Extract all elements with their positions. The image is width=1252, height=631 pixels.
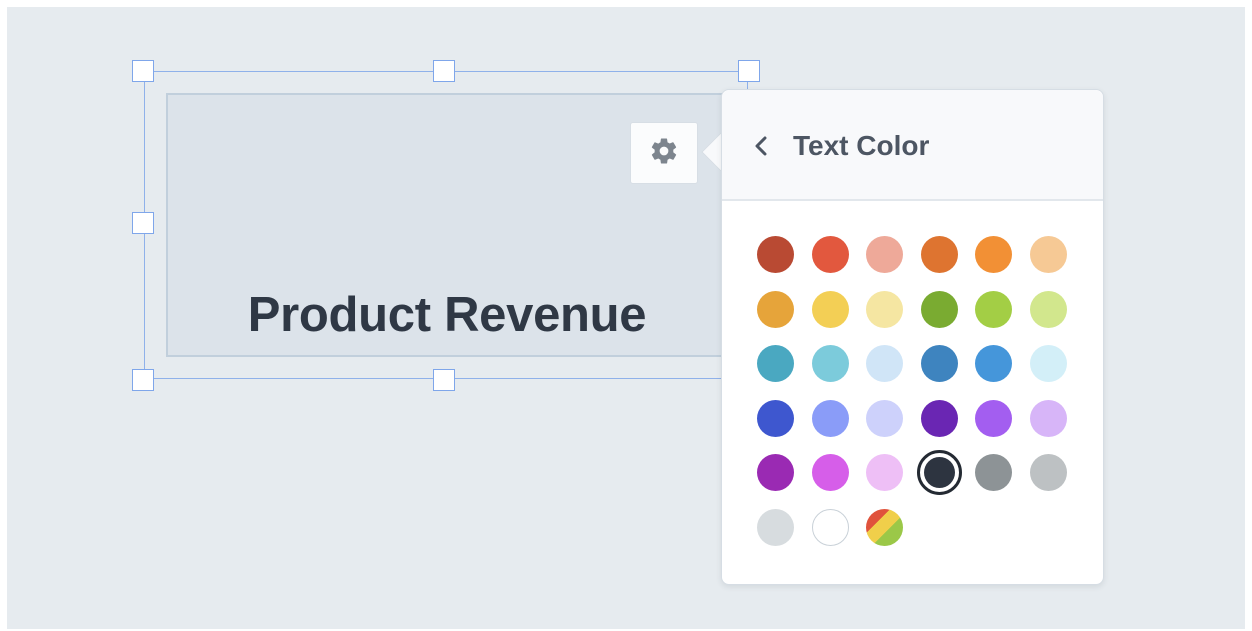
color-swatch[interactable]	[866, 290, 904, 328]
resize-handle-bottom[interactable]	[433, 369, 455, 391]
popover-title: Text Color	[793, 130, 930, 161]
custom-color-swatch[interactable]	[866, 509, 904, 546]
color-swatch[interactable]	[866, 454, 904, 492]
color-swatch[interactable]	[920, 345, 958, 383]
color-swatch[interactable]	[1030, 345, 1067, 383]
color-swatch[interactable]	[866, 236, 904, 273]
color-swatch[interactable]	[975, 345, 1013, 383]
resize-handle-top-right[interactable]	[738, 60, 760, 82]
color-swatch-selected[interactable]	[916, 450, 962, 496]
color-swatch[interactable]	[811, 345, 849, 383]
color-swatch[interactable]	[975, 399, 1013, 437]
color-swatch[interactable]	[1030, 236, 1067, 273]
color-swatch[interactable]	[757, 290, 794, 328]
color-swatch[interactable]	[811, 236, 849, 273]
widget-settings-button[interactable]	[630, 122, 698, 184]
color-swatch[interactable]	[920, 399, 958, 437]
back-button[interactable]	[750, 128, 774, 168]
color-swatch[interactable]	[757, 345, 794, 383]
resize-handle-bottom-left[interactable]	[132, 369, 154, 391]
color-swatch[interactable]	[1030, 399, 1067, 437]
color-swatch[interactable]	[920, 236, 958, 273]
gear-icon	[649, 136, 679, 171]
resize-handle-left[interactable]	[132, 212, 154, 234]
color-swatch[interactable]	[811, 454, 849, 492]
resize-handle-top[interactable]	[433, 60, 455, 82]
color-swatch[interactable]	[811, 509, 849, 546]
color-swatch[interactable]	[866, 345, 904, 383]
popover-header: Text Color	[722, 90, 1103, 201]
color-swatch[interactable]	[975, 236, 1013, 273]
color-swatch[interactable]	[1030, 290, 1067, 328]
color-swatch[interactable]	[975, 290, 1013, 328]
color-swatch[interactable]	[866, 399, 904, 437]
text-color-popover: Text Color	[721, 89, 1104, 585]
color-swatch[interactable]	[757, 509, 794, 546]
color-swatch[interactable]	[757, 454, 794, 492]
resize-handle-top-left[interactable]	[132, 60, 154, 82]
color-swatch[interactable]	[757, 399, 794, 437]
color-swatch[interactable]	[920, 290, 958, 328]
color-swatch[interactable]	[1030, 454, 1067, 492]
color-swatch[interactable]	[757, 236, 794, 273]
chevron-left-icon	[750, 134, 774, 163]
color-swatch[interactable]	[811, 290, 849, 328]
selection-outline	[144, 71, 748, 379]
color-swatch[interactable]	[811, 399, 849, 437]
color-swatch[interactable]	[975, 454, 1013, 492]
